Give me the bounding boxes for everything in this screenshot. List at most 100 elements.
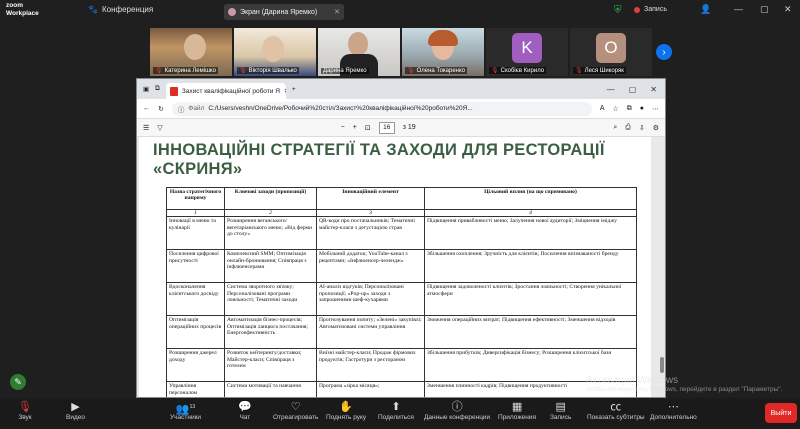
react-button[interactable]: ♡ Отреагировать bbox=[273, 400, 318, 421]
close-icon[interactable]: ✕ bbox=[650, 85, 657, 94]
pdf-toolbar: ☰ ▽ − + ⊡ 16 з 19 ⌕ ⎙ ⇩ ⚙ bbox=[137, 119, 665, 137]
new-tab-icon[interactable]: + bbox=[292, 86, 296, 93]
contents-icon[interactable]: ☰ bbox=[143, 124, 149, 132]
shared-browser-window: ▣ ⧉ Захист кваліфікаційної роботи Я ✕ + … bbox=[136, 78, 666, 398]
minimize-icon[interactable]: — bbox=[607, 85, 615, 94]
notes-button[interactable]: ▤ Запись bbox=[550, 400, 571, 421]
share-icon: ⬆ bbox=[391, 401, 401, 413]
info-icon: ⓘ bbox=[451, 401, 463, 413]
address-bar-row: ← ↻ ⓘ Файл C:/Users/veshn/OneDrive/Робоч… bbox=[137, 99, 665, 119]
participant-name: 🎙 Скобієв Кирило bbox=[489, 67, 547, 74]
column-number: 4 bbox=[424, 208, 637, 218]
captions-button[interactable]: ㏄ Показать субтитры bbox=[587, 400, 645, 421]
people-icon[interactable]: 👤 bbox=[700, 4, 711, 15]
table-cell: AI-аналіз відгуків; Персоналізовані проп… bbox=[316, 282, 425, 317]
fit-page-icon[interactable]: ⊡ bbox=[365, 124, 371, 132]
table-row: Вдосконалення клієнтського досвіду Систе… bbox=[166, 282, 637, 317]
hair-shape bbox=[428, 30, 458, 46]
table-row: Оптимізація операційних процесів Автомат… bbox=[166, 315, 637, 350]
browser-tab[interactable]: Захист кваліфікаційної роботи Я ✕ bbox=[165, 83, 286, 99]
camera-icon: ▶ bbox=[71, 401, 80, 413]
tab-shared-screen[interactable]: Экран (Дарина Яремко) ✕ bbox=[224, 4, 344, 20]
apps-button[interactable]: ▦ Приложения bbox=[498, 400, 536, 421]
leave-button[interactable]: Выйти bbox=[765, 403, 797, 423]
favorite-icon[interactable]: ☆ bbox=[612, 105, 618, 113]
search-icon[interactable]: ⌕ bbox=[613, 124, 617, 132]
back-icon[interactable]: ← bbox=[143, 105, 150, 112]
shield-icon[interactable]: ⛨ bbox=[614, 5, 624, 17]
pdf-icon bbox=[169, 86, 178, 96]
zoom-in-icon[interactable]: + bbox=[353, 124, 357, 131]
maximize-icon[interactable]: ▢ bbox=[760, 4, 769, 15]
url-scheme-label: Файл bbox=[188, 105, 205, 112]
share-button[interactable]: ⬆ Поделиться bbox=[378, 400, 414, 421]
settings-icon[interactable]: ⚙ bbox=[653, 124, 659, 132]
address-bar[interactable]: ⓘ Файл C:/Users/veshn/OneDrive/Робочий%2… bbox=[171, 101, 592, 116]
table-cell: Підвищення задоволеності клієнтів; Зрост… bbox=[424, 282, 637, 317]
tabs-icon[interactable]: ⧉ bbox=[155, 85, 160, 93]
read-aloud-icon[interactable]: A bbox=[600, 105, 605, 112]
table-cell: Управління персоналом bbox=[166, 381, 225, 397]
participant-tile[interactable]: K 🎙 Скобієв Кирило bbox=[486, 28, 568, 76]
mic-muted-icon: 🎙 bbox=[575, 68, 583, 74]
close-icon[interactable]: ✕ bbox=[334, 8, 340, 16]
chevron-right-icon: › bbox=[662, 46, 666, 58]
participant-name: Дарина Яремко bbox=[321, 68, 369, 74]
participant-tile-active[interactable]: Дарина Яремко bbox=[318, 28, 400, 76]
column-number-row: 1 2 3 4 bbox=[166, 208, 637, 218]
chat-button[interactable]: 💬 Чат bbox=[238, 400, 252, 421]
participants-button[interactable]: 👥13 Участники bbox=[170, 400, 201, 421]
collections-icon[interactable]: ⧉ bbox=[627, 105, 632, 113]
participant-tile[interactable]: 🎙 Вікторія Швалько bbox=[234, 28, 316, 76]
raise-hand-button[interactable]: ✋ Поднять руку bbox=[326, 400, 366, 421]
annotate-button[interactable]: ✎ bbox=[10, 374, 26, 390]
page-number-input[interactable]: 16 bbox=[378, 121, 395, 134]
more-icon[interactable]: ⋯ bbox=[652, 105, 659, 113]
heart-icon: ♡ bbox=[290, 401, 301, 413]
close-tab-icon[interactable]: ✕ bbox=[284, 87, 286, 95]
zoom-out-icon[interactable]: − bbox=[341, 124, 345, 131]
participant-tile[interactable]: O 🎙 Леся Шикоряк bbox=[570, 28, 652, 76]
page-total: з 19 bbox=[402, 124, 416, 131]
video-button[interactable]: ▶ Видео bbox=[66, 400, 85, 421]
table-row: Посилення цифрової присутності Комплексн… bbox=[166, 249, 637, 284]
more-button[interactable]: ⋯ Дополнительно bbox=[650, 400, 697, 421]
window-close-icon[interactable]: ✕ bbox=[784, 4, 792, 15]
avatar: O bbox=[596, 33, 626, 63]
print-icon[interactable]: ⎙ bbox=[625, 124, 631, 132]
mic-muted-icon: 🎙 bbox=[491, 68, 499, 74]
tab-conference[interactable]: 🐾 Конференция bbox=[88, 5, 153, 14]
table-row: Управління персоналом Система мотивації … bbox=[166, 381, 637, 397]
participant-tile[interactable]: 🎙 Катерина Лемішко bbox=[150, 28, 232, 76]
participant-name: 🎙 Катерина Лемішко bbox=[153, 67, 218, 74]
table-cell: Оптимізація операційних процесів bbox=[166, 315, 225, 350]
pdf-scrollbar-thumb[interactable] bbox=[660, 357, 664, 373]
column-header: Назва стратегічного напряму bbox=[166, 187, 225, 210]
table-row: Розширення джерел доходу Розвиток кейтер… bbox=[166, 348, 637, 383]
audio-button[interactable]: 🎙 Звук bbox=[18, 400, 32, 421]
draw-icon[interactable]: ▽ bbox=[157, 124, 162, 132]
table-cell: Зниження операційних витрат; Підвищення … bbox=[424, 315, 637, 350]
maximize-icon[interactable]: ▢ bbox=[629, 85, 637, 94]
table-cell: Збільшення охоплення; Зручність для кліє… bbox=[424, 249, 637, 284]
chat-icon: 💬 bbox=[238, 401, 252, 413]
minimize-icon[interactable]: — bbox=[734, 4, 743, 14]
next-page-button[interactable]: › bbox=[656, 44, 672, 60]
save-icon[interactable]: ⇩ bbox=[639, 124, 645, 132]
reload-icon[interactable]: ↻ bbox=[158, 105, 164, 113]
window-menu-icon[interactable]: ▣ bbox=[143, 85, 149, 93]
participant-strip: 🎙 Катерина Лемішко 🎙 Вікторія Швалько Дари… bbox=[150, 28, 652, 76]
profile-icon[interactable]: ● bbox=[640, 105, 644, 112]
participant-tile[interactable]: 🎙 Олена Токаренко bbox=[402, 28, 484, 76]
record-label: Запись bbox=[644, 6, 667, 13]
participant-name: 🎙 Вікторія Швалько bbox=[237, 67, 299, 74]
avatar: K bbox=[512, 33, 542, 63]
recording-indicator[interactable]: Запись bbox=[634, 6, 667, 13]
participant-name: 🎙 Олена Токаренко bbox=[405, 67, 468, 74]
meeting-info-button[interactable]: ⓘ Данные конференции bbox=[424, 400, 490, 421]
pdf-viewport[interactable]: ІННОВАЦІЙНІ СТРАТЕГІЇ ТА ЗАХОДИ ДЛЯ РЕСТ… bbox=[137, 137, 665, 397]
face-shape bbox=[262, 36, 284, 62]
column-header: Цільовий вплив (на що спрямовано) bbox=[424, 187, 637, 210]
table-cell: Посилення цифрової присутності bbox=[166, 249, 225, 284]
logo-line1: zoom bbox=[6, 2, 23, 9]
